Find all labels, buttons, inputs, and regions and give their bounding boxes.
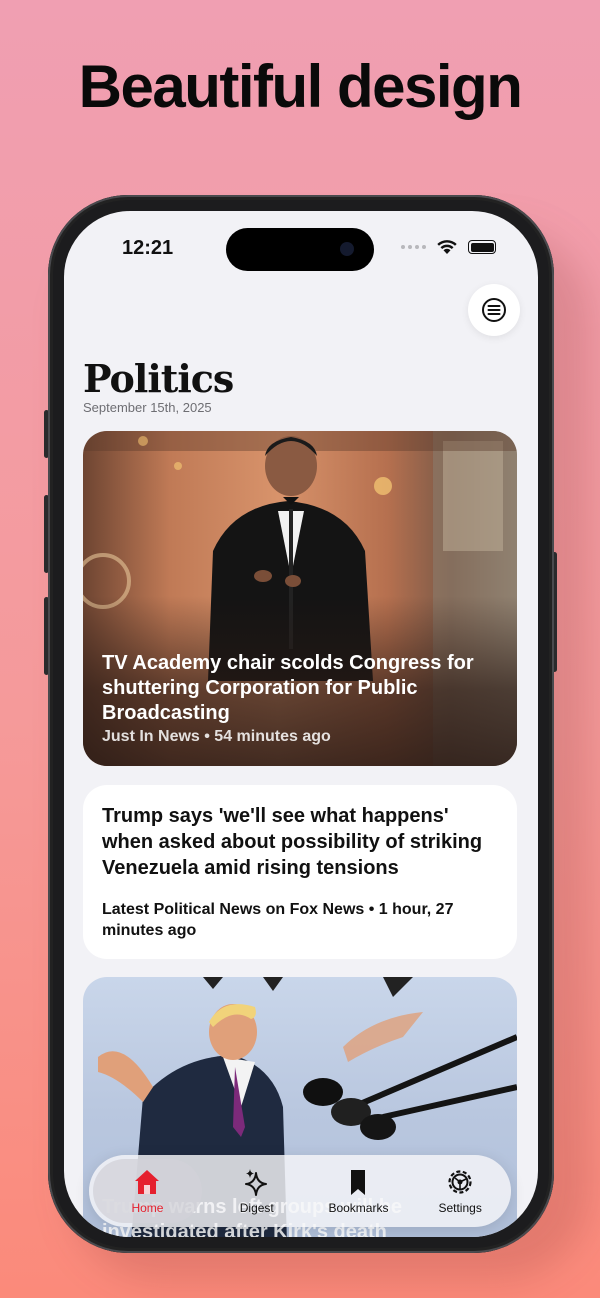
- list-menu-icon: [482, 298, 506, 322]
- tab-settings[interactable]: Settings: [409, 1155, 511, 1227]
- page-title: Politics: [83, 356, 234, 401]
- article-title: Trump says 'we'll see what happens' when…: [102, 805, 483, 879]
- battery-icon: [468, 240, 496, 254]
- menu-button[interactable]: [468, 284, 520, 336]
- status-time: 12:21: [122, 237, 174, 259]
- tab-label: Digest: [239, 1201, 274, 1215]
- sparkles-icon: [244, 1169, 267, 1196]
- home-icon: [135, 1170, 160, 1194]
- article-meta: Just In News • 54 minutes ago: [102, 728, 331, 745]
- tab-digest[interactable]: Digest: [206, 1155, 308, 1227]
- article-card-featured[interactable]: TV Academy chair scolds Congress for shu…: [83, 431, 517, 766]
- wifi-icon: [437, 240, 457, 254]
- gear-icon: [448, 1170, 472, 1194]
- phone-frame: 12:21 Politics September 15th, 2025 TV A…: [48, 195, 554, 1253]
- tab-label: Home: [131, 1201, 164, 1215]
- status-icons: [401, 239, 496, 255]
- tab-label: Settings: [438, 1201, 482, 1215]
- article-card-text[interactable]: Trump says 'we'll see what happens' when…: [83, 785, 517, 959]
- tab-bar: Home Digest Bookmarks Settings: [89, 1155, 511, 1227]
- bookmark-icon: [351, 1170, 366, 1195]
- article-title: TV Academy chair scolds Congress for shu…: [102, 652, 474, 724]
- marketing-headline: Beautiful design: [78, 53, 523, 120]
- dynamic-island: [226, 228, 374, 271]
- tab-label: Bookmarks: [328, 1201, 389, 1215]
- tab-home[interactable]: Home: [93, 1159, 202, 1223]
- app-screen: 12:21 Politics September 15th, 2025 TV A…: [64, 211, 538, 1237]
- article-meta: Latest Political News on Fox News • 1 ho…: [102, 901, 454, 939]
- page-date: September 15th, 2025: [83, 400, 212, 415]
- signal-icon: [401, 245, 426, 249]
- tab-bookmarks[interactable]: Bookmarks: [308, 1155, 410, 1227]
